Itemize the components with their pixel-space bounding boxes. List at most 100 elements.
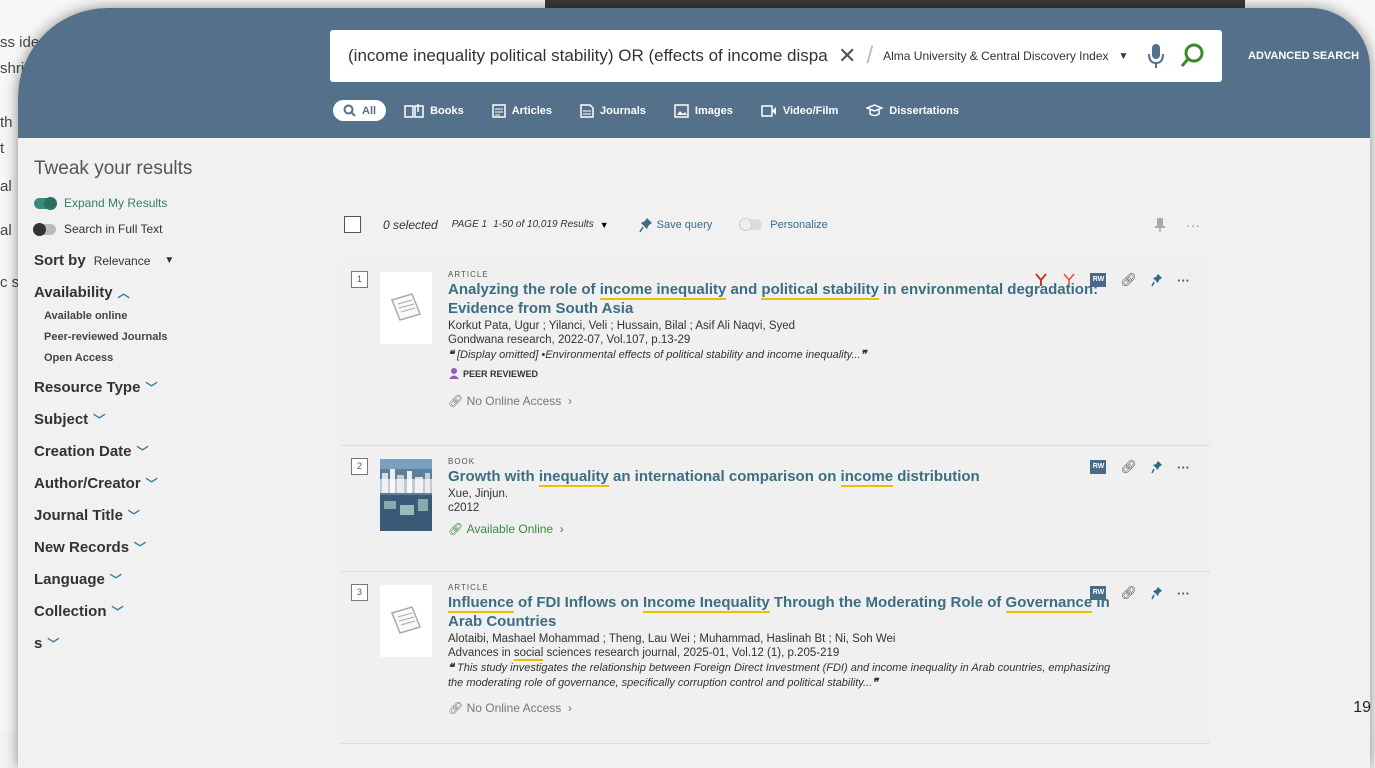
snippet-text: [Display omitted] •Environmental effects… xyxy=(456,349,861,361)
more-icon[interactable]: ··· xyxy=(1177,273,1190,288)
link-icon[interactable]: 🔗︎ xyxy=(1120,272,1137,288)
facet-new-records[interactable]: New Records ﹀ xyxy=(34,539,314,556)
chevron-down-icon[interactable]: ▼ xyxy=(164,255,174,266)
result-number[interactable]: 3 xyxy=(351,584,368,601)
facet-label: Author/Creator xyxy=(34,475,141,492)
expand-results-toggle[interactable]: Expand My Results xyxy=(34,196,314,210)
access-label: No Online Access xyxy=(466,701,562,715)
snippet-text: This study investigates the relationship… xyxy=(448,662,1111,689)
tab-images[interactable]: Images xyxy=(674,103,733,118)
divider: / xyxy=(866,42,874,69)
tab-video[interactable]: Video/Film xyxy=(761,105,838,117)
pin-icon[interactable] xyxy=(1151,586,1163,600)
chevron-down-icon: ﹀ xyxy=(145,381,158,395)
clear-icon[interactable]: ✕ xyxy=(838,43,856,69)
discovery-window: (income inequality political stability) … xyxy=(18,8,1370,768)
result-item[interactable]: 2 BOOK Growth with inequality an interna… xyxy=(340,447,1210,572)
search-icon[interactable] xyxy=(1180,42,1206,70)
article-thumbnail[interactable] xyxy=(380,585,432,657)
result-number[interactable]: 2 xyxy=(351,458,368,475)
result-title[interactable]: Growth with inequality an international … xyxy=(448,467,1128,487)
facet-sidebar: Tweak your results Expand My Results Sea… xyxy=(33,158,314,652)
chevron-down-icon[interactable]: ▼ xyxy=(1119,51,1129,62)
article-thumbnail[interactable] xyxy=(380,272,432,344)
access-link[interactable]: 🔗︎ No Online Access › xyxy=(448,394,1128,408)
more-icon[interactable]: ··· xyxy=(1177,460,1190,475)
facet-partial[interactable]: s ﹀ xyxy=(34,635,314,652)
facet-resource-type[interactable]: Resource Type ﹀ xyxy=(34,379,314,396)
facet-option[interactable]: Peer-reviewed Journals xyxy=(44,331,314,343)
toggle-switch[interactable] xyxy=(34,196,57,210)
result-source: Advances in social sciences research jou… xyxy=(448,647,840,661)
result-title[interactable]: Influence of FDI Inflows on Income Inequ… xyxy=(448,593,1128,631)
facet-creation-date[interactable]: Creation Date ﹀ xyxy=(34,443,314,460)
refworks-icon[interactable]: RW xyxy=(1090,586,1107,600)
toggle-switch[interactable] xyxy=(739,218,763,231)
save-query-button[interactable]: Save query xyxy=(638,217,713,233)
pin-icon[interactable] xyxy=(1151,273,1163,287)
pin-icon[interactable] xyxy=(1154,217,1166,233)
pin-icon xyxy=(638,217,652,232)
result-content: ARTICLE Influence of FDI Inflows on Inco… xyxy=(448,583,1128,715)
refworks-icon[interactable]: RW xyxy=(1090,460,1107,474)
resource-tabs: All Books Articles Journals Images Video… xyxy=(333,100,987,121)
toggle-label: Expand My Results xyxy=(64,196,168,210)
sort-value[interactable]: Relevance xyxy=(94,254,151,268)
tab-label: All xyxy=(362,104,377,117)
result-actions: RW 🔗︎ ··· xyxy=(1076,459,1190,475)
book-cover-thumbnail[interactable] xyxy=(380,459,432,531)
chevron-down-icon[interactable]: ▼ xyxy=(600,220,609,230)
sort-control[interactable]: Sort by Relevance ▼ xyxy=(34,252,314,269)
personalize-toggle[interactable]: Personalize xyxy=(739,218,828,231)
more-icon[interactable]: ··· xyxy=(1186,217,1200,233)
link-icon: 🔗︎ xyxy=(448,394,464,408)
result-snippet: ❝ This study investigates the relationsh… xyxy=(448,662,1111,689)
article-icon xyxy=(491,103,506,118)
pin-icon[interactable] xyxy=(1151,460,1163,474)
tab-dissertations[interactable]: Dissertations xyxy=(866,104,959,117)
document-icon xyxy=(390,606,422,634)
result-source: Gondwana research, 2022-07, Vol.107, p.1… xyxy=(448,334,691,346)
peer-reviewed-badge: PEER REVIEWED xyxy=(448,367,1128,380)
tab-articles[interactable]: Articles xyxy=(491,103,552,118)
facet-option[interactable]: Open Access xyxy=(44,352,314,364)
facet-availability[interactable]: Availability ︿ xyxy=(34,284,314,301)
facet-option[interactable]: Available online xyxy=(44,310,314,322)
search-scope[interactable]: Alma University & Central Discovery Inde… xyxy=(883,49,1108,63)
tab-books[interactable]: Books xyxy=(404,103,464,118)
advanced-search-link[interactable]: ADVANCED SEARCH xyxy=(1248,50,1359,62)
tab-label: Video/Film xyxy=(782,104,839,117)
link-icon[interactable]: 🔗︎ xyxy=(1120,459,1137,475)
microphone-icon[interactable] xyxy=(1146,42,1166,70)
select-all-checkbox[interactable] xyxy=(344,216,361,233)
result-snippet: ❝ [Display omitted] •Environmental effec… xyxy=(448,349,867,361)
facet-collection[interactable]: Collection ﹀ xyxy=(34,603,314,620)
facet-label: Creation Date xyxy=(34,443,132,460)
book-icon xyxy=(404,103,424,118)
toggle-switch[interactable] xyxy=(33,222,56,236)
search-bar[interactable]: (income inequality political stability) … xyxy=(330,30,1222,82)
peer-label: PEER REVIEWED xyxy=(463,368,539,379)
facet-subject[interactable]: Subject ﹀ xyxy=(34,411,314,428)
access-link[interactable]: 🔗︎ No Online Access › xyxy=(448,701,1128,715)
tab-all[interactable]: All xyxy=(333,100,387,121)
facet-label: Availability xyxy=(34,284,113,301)
refworks-icon[interactable]: RW xyxy=(1090,273,1107,287)
save-query-label: Save query xyxy=(656,218,713,231)
result-item[interactable]: 3 ARTICLE Influence of FDI Inflows on In… xyxy=(340,573,1210,744)
facet-journal-title[interactable]: Journal Title ﹀ xyxy=(34,507,314,524)
more-icon[interactable]: ··· xyxy=(1177,586,1190,601)
access-link[interactable]: 🔗︎ Available Online › xyxy=(448,522,1128,536)
link-icon[interactable]: 🔗︎ xyxy=(1120,585,1137,601)
facet-language[interactable]: Language ﹀ xyxy=(34,571,314,588)
result-item[interactable]: 1 ARTICLE Analyzing the role of income i… xyxy=(340,260,1210,446)
results-count[interactable]: 1-50 of 10,019 Results xyxy=(493,219,594,230)
cited-by-icon[interactable] xyxy=(1062,273,1076,287)
citation-trail-icon[interactable] xyxy=(1034,273,1048,287)
result-number[interactable]: 1 xyxy=(351,271,368,288)
full-text-toggle[interactable]: Search in Full Text xyxy=(33,222,314,236)
search-input[interactable]: (income inequality political stability) … xyxy=(348,46,828,66)
result-content: ARTICLE Analyzing the role of income ine… xyxy=(448,270,1128,408)
facet-author[interactable]: Author/Creator ﹀ xyxy=(34,475,314,492)
tab-journals[interactable]: Journals xyxy=(580,103,646,118)
